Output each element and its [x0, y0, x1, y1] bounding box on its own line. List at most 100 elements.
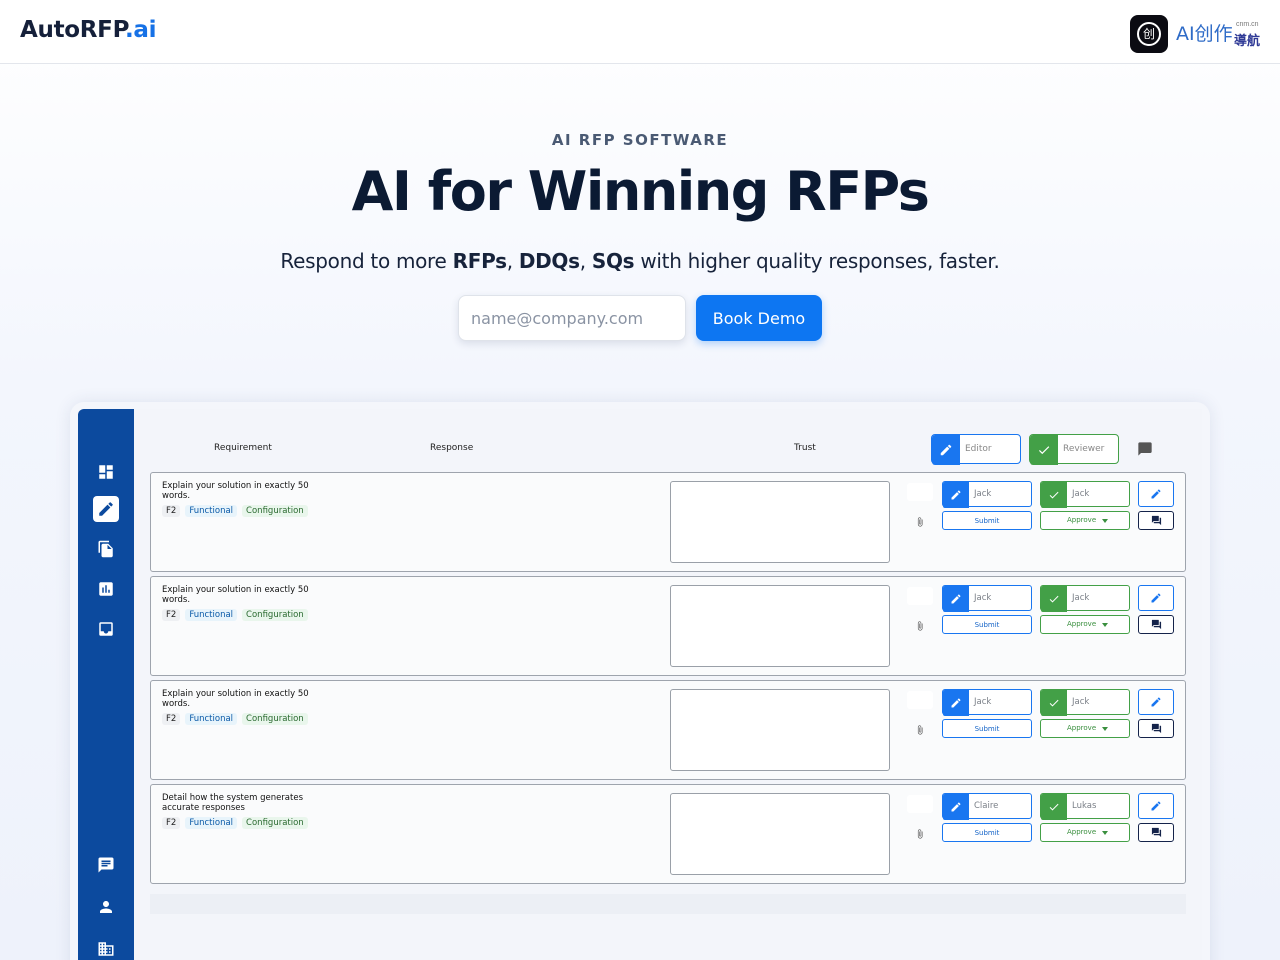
table-row: Explain your solution in exactly 50 word…: [150, 680, 1186, 780]
tag-f2: F2: [162, 713, 181, 725]
company-icon[interactable]: [93, 936, 119, 960]
attachment-icon[interactable]: [915, 619, 925, 637]
reviewer-name: Jack: [1072, 593, 1090, 603]
reviewer-label: Reviewer: [1063, 444, 1105, 454]
reviewer-name: Jack: [1072, 489, 1090, 499]
edit-icon[interactable]: [93, 496, 119, 522]
documents-icon[interactable]: [93, 536, 119, 562]
requirement-text: Explain your solution in exactly 50 word…: [162, 689, 309, 709]
response-textarea[interactable]: [670, 793, 890, 875]
ai-creation-nav-badge[interactable]: 创 AI创作 cnm.cn 導航: [1130, 15, 1260, 53]
reviewer-assignee[interactable]: Jack: [1040, 689, 1130, 716]
comments-button[interactable]: [1138, 511, 1174, 530]
requirement-text: Detail how the system generates accurate…: [162, 793, 304, 813]
hero-subtitle: Respond to more RFPs, DDQs, SQs with hig…: [280, 249, 1000, 273]
trust-score: [907, 795, 933, 813]
requirement-column-header: Requirement: [214, 443, 272, 453]
approve-dropdown[interactable]: Approve: [1040, 719, 1130, 738]
hero-title: AI for Winning RFPs: [351, 160, 930, 223]
editor-name: Jack: [974, 593, 992, 603]
reviewer-assignee[interactable]: Jack: [1040, 481, 1130, 508]
attachment-icon[interactable]: [915, 723, 925, 741]
app-sidebar: [78, 409, 134, 960]
reviewer-name: Jack: [1072, 697, 1090, 707]
tag-f2: F2: [162, 505, 181, 517]
approve-dropdown[interactable]: Approve: [1040, 615, 1130, 634]
edit-response-button[interactable]: [1138, 689, 1174, 715]
editor-assignee[interactable]: Jack: [942, 481, 1032, 508]
pencil-icon: [943, 690, 969, 716]
editor-filter[interactable]: Editor: [931, 434, 1021, 465]
editor-name: Jack: [974, 489, 992, 499]
editor-assignee[interactable]: Jack: [942, 585, 1032, 612]
inbox-icon[interactable]: [93, 616, 119, 642]
trust-score: [907, 587, 933, 605]
dashboard-icon[interactable]: [93, 459, 119, 485]
analytics-icon[interactable]: [93, 576, 119, 602]
chevron-down-icon: [1102, 831, 1108, 835]
email-input[interactable]: [458, 295, 686, 341]
requirement-tags: F2 Functional Configuration: [162, 505, 308, 517]
reviewer-assignee[interactable]: Jack: [1040, 585, 1130, 612]
chevron-down-icon: [1102, 727, 1108, 731]
tag-f2: F2: [162, 817, 181, 829]
table-row: Detail how the system generates accurate…: [150, 784, 1186, 884]
approve-dropdown[interactable]: Approve: [1040, 823, 1130, 842]
comments-button[interactable]: [1138, 719, 1174, 738]
check-icon: [1030, 435, 1058, 465]
trust-column-header: Trust: [794, 443, 816, 453]
editor-name: Claire: [974, 801, 999, 811]
hero-kicker: AI RFP SOFTWARE: [551, 131, 729, 149]
edit-response-button[interactable]: [1138, 481, 1174, 507]
comments-button[interactable]: [1138, 823, 1174, 842]
reviewer-filter[interactable]: Reviewer: [1029, 434, 1119, 465]
pencil-icon: [943, 586, 969, 612]
chat-icon[interactable]: [93, 852, 119, 878]
reviewer-name: Lukas: [1072, 801, 1097, 811]
response-textarea[interactable]: [670, 481, 890, 563]
badge-domain: cnm.cn: [1236, 21, 1259, 28]
comment-header-icon[interactable]: [1137, 441, 1153, 462]
reviewer-assignee[interactable]: Lukas: [1040, 793, 1130, 820]
tag-functional: Functional: [185, 817, 238, 829]
requirement-text: Explain your solution in exactly 50 word…: [162, 481, 309, 501]
tag-configuration: Configuration: [242, 609, 308, 621]
trust-score: [907, 691, 933, 709]
badge-title: AI创作: [1176, 23, 1233, 45]
check-icon: [1041, 690, 1067, 716]
table-footer: [150, 894, 1186, 914]
tag-configuration: Configuration: [242, 817, 308, 829]
tag-f2: F2: [162, 609, 181, 621]
comments-button[interactable]: [1138, 615, 1174, 634]
approve-label: Approve: [1067, 516, 1097, 524]
check-icon: [1041, 482, 1067, 508]
response-textarea[interactable]: [670, 689, 890, 771]
tag-functional: Functional: [185, 609, 238, 621]
tag-configuration: Configuration: [242, 713, 308, 725]
trust-score: [907, 483, 933, 501]
editor-assignee[interactable]: Claire: [942, 793, 1032, 820]
response-textarea[interactable]: [670, 585, 890, 667]
book-demo-button[interactable]: Book Demo: [696, 295, 822, 341]
submit-button[interactable]: Submit: [942, 615, 1032, 634]
submit-button[interactable]: Submit: [942, 511, 1032, 530]
check-icon: [1041, 794, 1067, 820]
attachment-icon[interactable]: [915, 515, 925, 533]
editor-assignee[interactable]: Jack: [942, 689, 1032, 716]
badge-logo-icon: 创: [1130, 15, 1168, 53]
submit-button[interactable]: Submit: [942, 823, 1032, 842]
attachment-icon[interactable]: [915, 827, 925, 845]
pencil-icon: [943, 482, 969, 508]
pencil-icon: [943, 794, 969, 820]
edit-response-button[interactable]: [1138, 793, 1174, 819]
autorfp-logo[interactable]: AutoRFP.ai: [20, 17, 156, 43]
submit-button[interactable]: Submit: [942, 719, 1032, 738]
edit-response-button[interactable]: [1138, 585, 1174, 611]
requirement-tags: F2 Functional Configuration: [162, 817, 308, 829]
table-row: Explain your solution in exactly 50 word…: [150, 576, 1186, 676]
user-icon[interactable]: [93, 894, 119, 920]
top-navigation-bar: AutoRFP.ai 创 AI创作 cnm.cn 導航: [0, 0, 1280, 64]
tag-configuration: Configuration: [242, 505, 308, 517]
approve-dropdown[interactable]: Approve: [1040, 511, 1130, 530]
badge-subtitle: 導航: [1234, 34, 1261, 49]
